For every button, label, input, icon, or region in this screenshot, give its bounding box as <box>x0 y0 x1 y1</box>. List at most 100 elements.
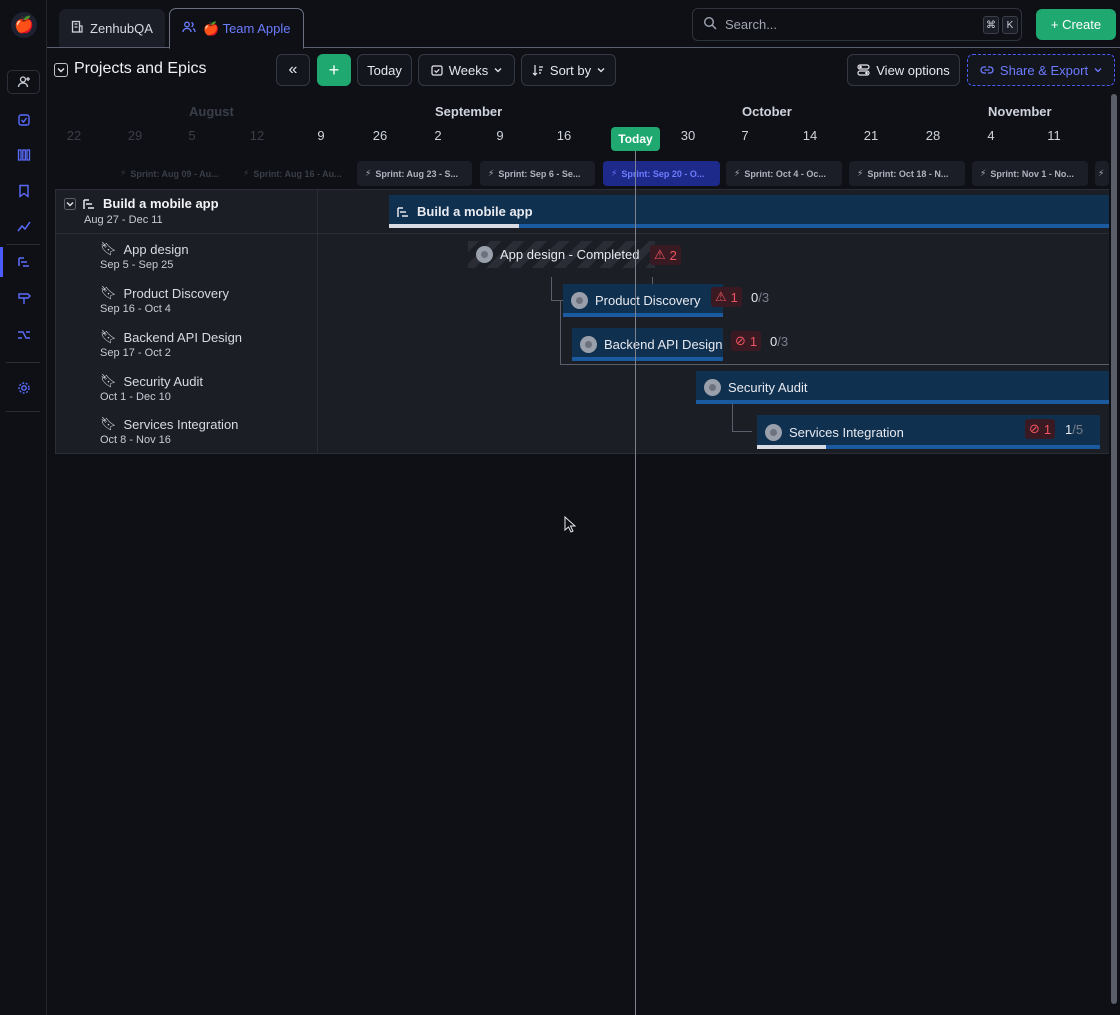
today-button[interactable]: Today <box>357 54 412 86</box>
tab-zenhubqa[interactable]: ZenhubQA <box>59 9 165 47</box>
epic-title-security-audit[interactable]: 🔖︎ Security Audit <box>100 373 203 389</box>
project-bar[interactable]: Build a mobile app <box>389 195 1109 228</box>
chevron-down-icon <box>1094 68 1102 73</box>
avatar <box>580 336 597 353</box>
dependency-line <box>732 431 752 432</box>
progress-bar <box>757 445 1100 449</box>
team-icon <box>182 21 196 36</box>
epic-bar-product-discovery[interactable]: Product Discovery <box>563 284 723 317</box>
epic-title-app-design[interactable]: 🔖︎ App design <box>100 241 189 257</box>
progress-bar <box>572 357 723 361</box>
epic-title-product-discovery[interactable]: 🔖︎ Product Discovery <box>100 285 229 301</box>
sprint-chip[interactable]: ⚡ Sprint: Aug 16 - Au... <box>235 161 345 186</box>
create-button[interactable]: + Create <box>1036 9 1116 40</box>
search-input[interactable]: Search... ⌘ K <box>692 8 1022 41</box>
project-icon <box>83 198 94 209</box>
signpost-icon[interactable] <box>0 283 47 313</box>
workspace-logo[interactable]: 🍎 <box>11 12 37 38</box>
epic-dates: Sep 17 - Oct 2 <box>100 347 171 359</box>
page-title: Projects and Epics <box>74 60 207 77</box>
blocked-badge[interactable]: ⊘ 1 <box>731 331 762 351</box>
weeks-dropdown[interactable]: Weeks <box>418 54 515 86</box>
sprint-chip[interactable]: ⚡ <box>1095 161 1109 186</box>
month-label: August <box>189 104 234 119</box>
blocked-badge[interactable]: ⊘ 1 <box>1025 419 1056 439</box>
epic-dates: Oct 8 - Nov 16 <box>100 434 171 446</box>
epic-bar-backend-api[interactable]: Backend API Design <box>572 328 723 361</box>
sprint-chip[interactable]: ⚡ Sprint: Aug 09 - Au... <box>112 161 227 186</box>
sprint-chip[interactable]: ⚡ Sprint: Aug 23 - S... <box>357 161 472 186</box>
vertical-scrollbar[interactable] <box>1111 94 1117 1004</box>
blocked-icon: ⊘ <box>1029 421 1040 436</box>
workflow-icon[interactable] <box>0 320 47 350</box>
sprint-chip[interactable]: ⚡ Sprint: Oct 4 - Oc... <box>726 161 842 186</box>
week-label: 29 <box>127 128 143 143</box>
item-list-column <box>55 189 318 454</box>
roadmap-toolbar: Projects and Epics « + Today Weeks Sort … <box>47 48 1120 94</box>
week-label: 16 <box>556 128 572 143</box>
week-label: 2 <box>434 128 442 143</box>
collapse-panel-button[interactable]: « <box>276 54 310 86</box>
sprint-chip[interactable]: ⚡ Sprint: Nov 1 - No... <box>972 161 1088 186</box>
progress-bar <box>389 224 1109 228</box>
avatar <box>571 292 588 309</box>
warning-icon: ⚠ <box>654 247 666 262</box>
shortcut-cmd-key: ⌘ <box>983 16 999 34</box>
week-label: 30 <box>680 128 696 143</box>
epic-icon: 🔖︎ <box>100 329 117 344</box>
sprint-icon[interactable] <box>0 105 47 135</box>
sort-by-dropdown[interactable]: Sort by <box>521 54 616 86</box>
epic-bar-security-audit[interactable]: Security Audit <box>696 371 1109 404</box>
chevron-down-icon <box>597 68 605 73</box>
weeks-label: Weeks <box>448 62 489 78</box>
epic-icon: 🔖︎ <box>100 416 117 431</box>
warning-badge[interactable]: ⚠ 1 <box>711 287 742 307</box>
app-root: 🍎 ZenhubQA 🍎 Team Apple Search... ⌘ K + … <box>0 0 1120 1015</box>
progress-fill <box>389 224 519 228</box>
bookmark-icon[interactable] <box>0 176 47 206</box>
warning-badge[interactable]: ⚠ 2 <box>650 245 681 265</box>
week-label: 9 <box>496 128 504 143</box>
collapse-all-toggle[interactable] <box>54 63 68 77</box>
mouse-cursor-icon <box>564 515 577 538</box>
search-placeholder: Search... <box>725 17 778 32</box>
month-label: October <box>742 104 792 119</box>
invite-user-icon[interactable] <box>7 70 40 94</box>
tab-team-apple[interactable]: 🍎 Team Apple <box>169 8 304 49</box>
month-label: November <box>988 104 1052 119</box>
add-item-button[interactable]: + <box>317 54 351 86</box>
week-label: 5 <box>188 128 196 143</box>
chevron-down-icon[interactable] <box>64 197 76 210</box>
calendar-icon <box>431 65 443 76</box>
tab-label: ZenhubQA <box>90 20 153 36</box>
avatar <box>765 423 782 441</box>
week-label: 11 <box>1047 128 1061 143</box>
reports-icon[interactable] <box>0 212 47 242</box>
sprint-chip[interactable]: ⚡ Sprint: Oct 18 - N... <box>849 161 965 186</box>
view-options-button[interactable]: View options <box>847 54 960 86</box>
epic-title-backend-api[interactable]: 🔖︎ Backend API Design <box>100 329 242 345</box>
left-rail: 🍎 <box>0 0 47 1015</box>
avatar <box>704 379 721 396</box>
week-label: 4 <box>987 128 995 143</box>
month-label: September <box>435 104 503 119</box>
week-label: 9 <box>317 128 325 143</box>
settings-gear-icon[interactable] <box>0 373 47 403</box>
toggles-icon <box>857 64 870 76</box>
sprint-chip-current[interactable]: ⚡ Sprint: Sep 20 - O... <box>603 161 720 186</box>
week-label: 26 <box>372 128 388 143</box>
epic-title-services-integration[interactable]: 🔖︎ Services Integration <box>100 416 238 432</box>
avatar <box>476 246 493 263</box>
project-title[interactable]: Build a mobile app <box>64 196 219 211</box>
dependency-line <box>560 364 1109 365</box>
sprint-chip[interactable]: ⚡ Sprint: Sep 6 - Se... <box>480 161 595 186</box>
roadmap-icon[interactable] <box>0 247 47 277</box>
blocked-icon: ⊘ <box>735 333 746 348</box>
week-label: 28 <box>925 128 941 143</box>
search-icon <box>703 16 717 33</box>
share-export-button[interactable]: Share & Export <box>967 54 1115 86</box>
today-marker[interactable]: Today <box>611 127 660 151</box>
epic-bar-app-design[interactable]: App design - Completed <box>468 241 655 268</box>
board-icon[interactable] <box>0 140 47 170</box>
lightning-icon: ⚡ <box>734 168 741 178</box>
